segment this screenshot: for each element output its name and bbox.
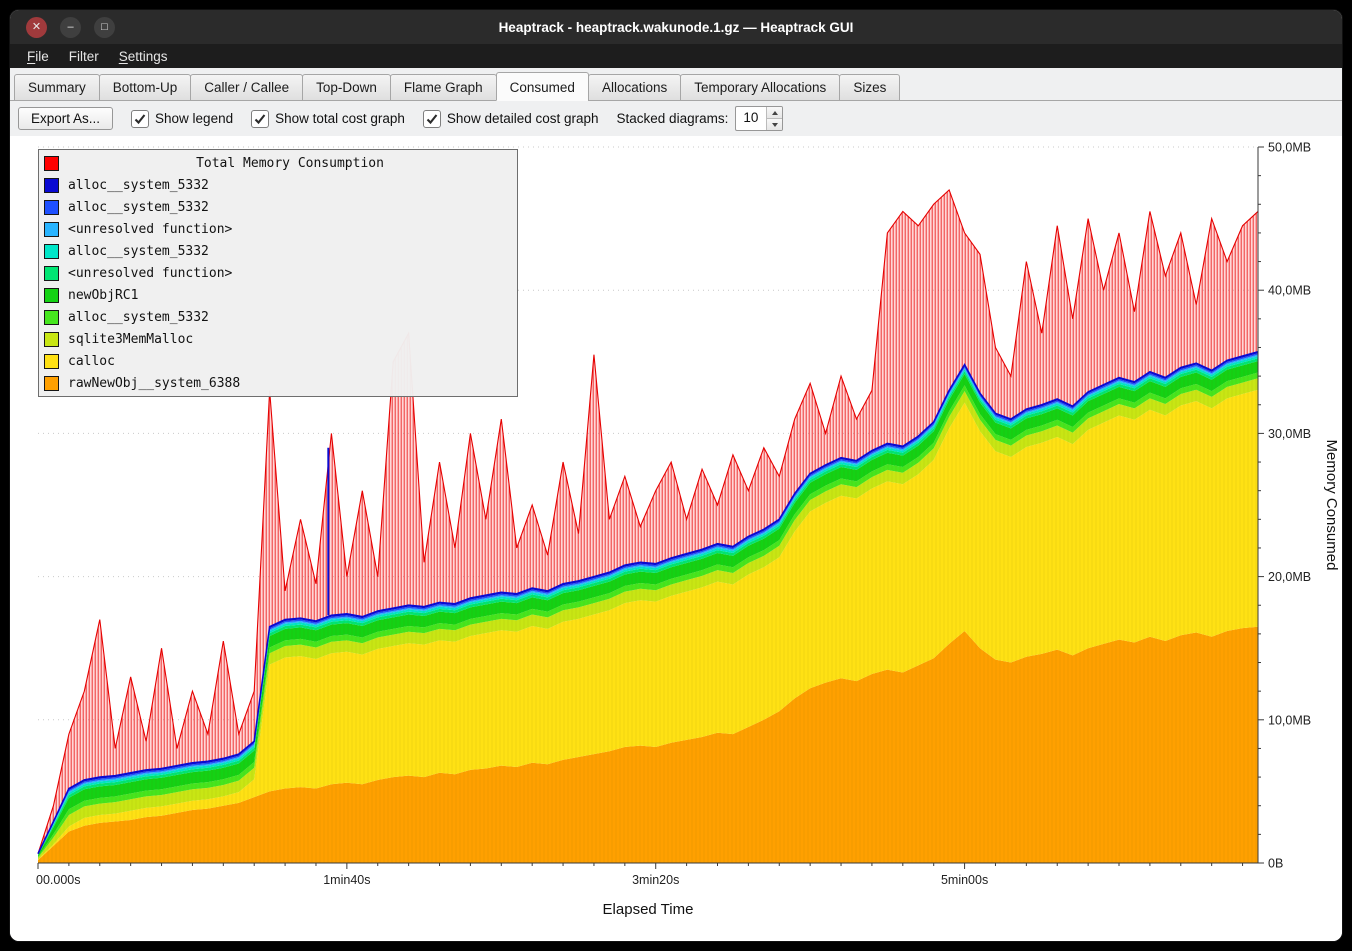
show-legend-label: Show legend (155, 111, 233, 126)
legend-swatch (44, 310, 59, 325)
legend-swatch (44, 200, 59, 215)
window-title: Heaptrack - heaptrack.wakunode.1.gz — He… (10, 20, 1342, 35)
window-controls: ✕ – □ (26, 17, 115, 38)
legend-item: rawNewObj__system_6388 (44, 372, 512, 394)
tab-summary[interactable]: Summary (14, 74, 100, 101)
svg-text:5min00s: 5min00s (941, 873, 988, 887)
tab-flame-graph[interactable]: Flame Graph (390, 74, 497, 101)
menu-filter[interactable]: Filter (60, 47, 108, 66)
legend-item-label: rawNewObj__system_6388 (68, 376, 240, 391)
arrow-up-icon (772, 111, 778, 115)
close-button[interactable]: ✕ (26, 17, 47, 38)
checkbox-box (251, 110, 269, 128)
spin-down-button[interactable] (767, 118, 782, 130)
svg-text:10,0MB: 10,0MB (1268, 713, 1311, 727)
tab-consumed[interactable]: Consumed (496, 72, 589, 101)
svg-text:50,0MB: 50,0MB (1268, 141, 1311, 155)
app-window: ✕ – □ Heaptrack - heaptrack.wakunode.1.g… (10, 10, 1342, 941)
menu-file[interactable]: File (18, 47, 58, 66)
legend-item: <unresolved function> (44, 218, 512, 240)
legend-item-label: newObjRC1 (68, 288, 138, 303)
legend-item-label: alloc__system_5332 (68, 200, 209, 215)
legend-item: alloc__system_5332 (44, 306, 512, 328)
svg-text:40,0MB: 40,0MB (1268, 284, 1311, 298)
svg-text:0B: 0B (1268, 857, 1283, 871)
legend-swatch (44, 244, 59, 259)
svg-text:20,0MB: 20,0MB (1268, 570, 1311, 584)
legend-swatch (44, 156, 59, 171)
legend-swatch (44, 222, 59, 237)
show-total-cost-graph-checkbox[interactable]: Show total cost graph (251, 110, 405, 128)
svg-text:1min40s: 1min40s (323, 873, 370, 887)
legend-title: Total Memory Consumption (68, 156, 512, 171)
legend-item: alloc__system_5332 (44, 174, 512, 196)
legend-item-label: <unresolved function> (68, 266, 232, 281)
legend-title-row: Total Memory Consumption (44, 152, 512, 174)
stacked-diagrams-value: 10 (736, 107, 766, 130)
legend-item-label: alloc__system_5332 (68, 310, 209, 325)
legend-item: <unresolved function> (44, 262, 512, 284)
arrow-down-icon (772, 123, 778, 127)
tab-temporary-allocations[interactable]: Temporary Allocations (680, 74, 840, 101)
check-icon (426, 113, 438, 125)
stacked-diagrams-spinbox[interactable]: 10 (735, 106, 783, 131)
svg-text:Memory Consumed: Memory Consumed (1323, 440, 1340, 571)
svg-text:Elapsed Time: Elapsed Time (603, 901, 694, 918)
tab-sizes[interactable]: Sizes (839, 74, 900, 101)
show-detailed-cost-graph-checkbox[interactable]: Show detailed cost graph (423, 110, 599, 128)
tab-top-down[interactable]: Top-Down (302, 74, 391, 101)
legend-item-label: calloc (68, 354, 115, 369)
close-icon: ✕ (32, 22, 41, 33)
spin-buttons (766, 107, 782, 130)
legend-item-label: sqlite3MemMalloc (68, 332, 193, 347)
checkbox-box (423, 110, 441, 128)
legend-swatch (44, 266, 59, 281)
minimize-icon: – (67, 22, 73, 33)
show-detailed-cost-graph-label: Show detailed cost graph (447, 111, 599, 126)
tab-caller-callee[interactable]: Caller / Callee (190, 74, 303, 101)
legend-swatch (44, 178, 59, 193)
legend-item: alloc__system_5332 (44, 240, 512, 262)
titlebar: ✕ – □ Heaptrack - heaptrack.wakunode.1.g… (10, 10, 1342, 44)
chart-legend: Total Memory Consumption alloc__system_53… (38, 149, 518, 397)
legend-swatch (44, 332, 59, 347)
legend-item: sqlite3MemMalloc (44, 328, 512, 350)
legend-item: alloc__system_5332 (44, 196, 512, 218)
tab-allocations[interactable]: Allocations (588, 74, 681, 101)
check-icon (134, 113, 146, 125)
legend-swatch (44, 376, 59, 391)
tab-bar: SummaryBottom-UpCaller / CalleeTop-DownF… (10, 68, 1342, 101)
legend-item-label: <unresolved function> (68, 222, 232, 237)
minimize-button[interactable]: – (60, 17, 81, 38)
check-icon (254, 113, 266, 125)
maximize-icon: □ (101, 22, 108, 33)
legend-swatch (44, 354, 59, 369)
checkbox-box (131, 110, 149, 128)
legend-item: newObjRC1 (44, 284, 512, 306)
svg-text:3min20s: 3min20s (632, 873, 679, 887)
menu-settings[interactable]: Settings (110, 47, 177, 66)
memory-consumption-chart[interactable]: 0B 10,0MB 20,0MB 30,0MB 40,0MB 50,0MB 00.000s 1… (10, 136, 1342, 941)
maximize-button[interactable]: □ (94, 17, 115, 38)
legend-item: calloc (44, 350, 512, 372)
legend-item-label: alloc__system_5332 (68, 244, 209, 259)
show-legend-checkbox[interactable]: Show legend (131, 110, 233, 128)
svg-text:00.000s: 00.000s (36, 873, 80, 887)
stacked-diagrams-label: Stacked diagrams: (617, 111, 729, 126)
spin-up-button[interactable] (767, 107, 782, 118)
svg-text:30,0MB: 30,0MB (1268, 427, 1311, 441)
legend-item-label: alloc__system_5332 (68, 178, 209, 193)
show-total-cost-graph-label: Show total cost graph (275, 111, 405, 126)
legend-swatch (44, 288, 59, 303)
toolbar: Export As... Show legend Show total cost… (10, 101, 1342, 136)
export-as-button[interactable]: Export As... (18, 107, 113, 130)
tab-bottom-up[interactable]: Bottom-Up (99, 74, 192, 101)
menubar: FileFilterSettings (10, 44, 1342, 68)
